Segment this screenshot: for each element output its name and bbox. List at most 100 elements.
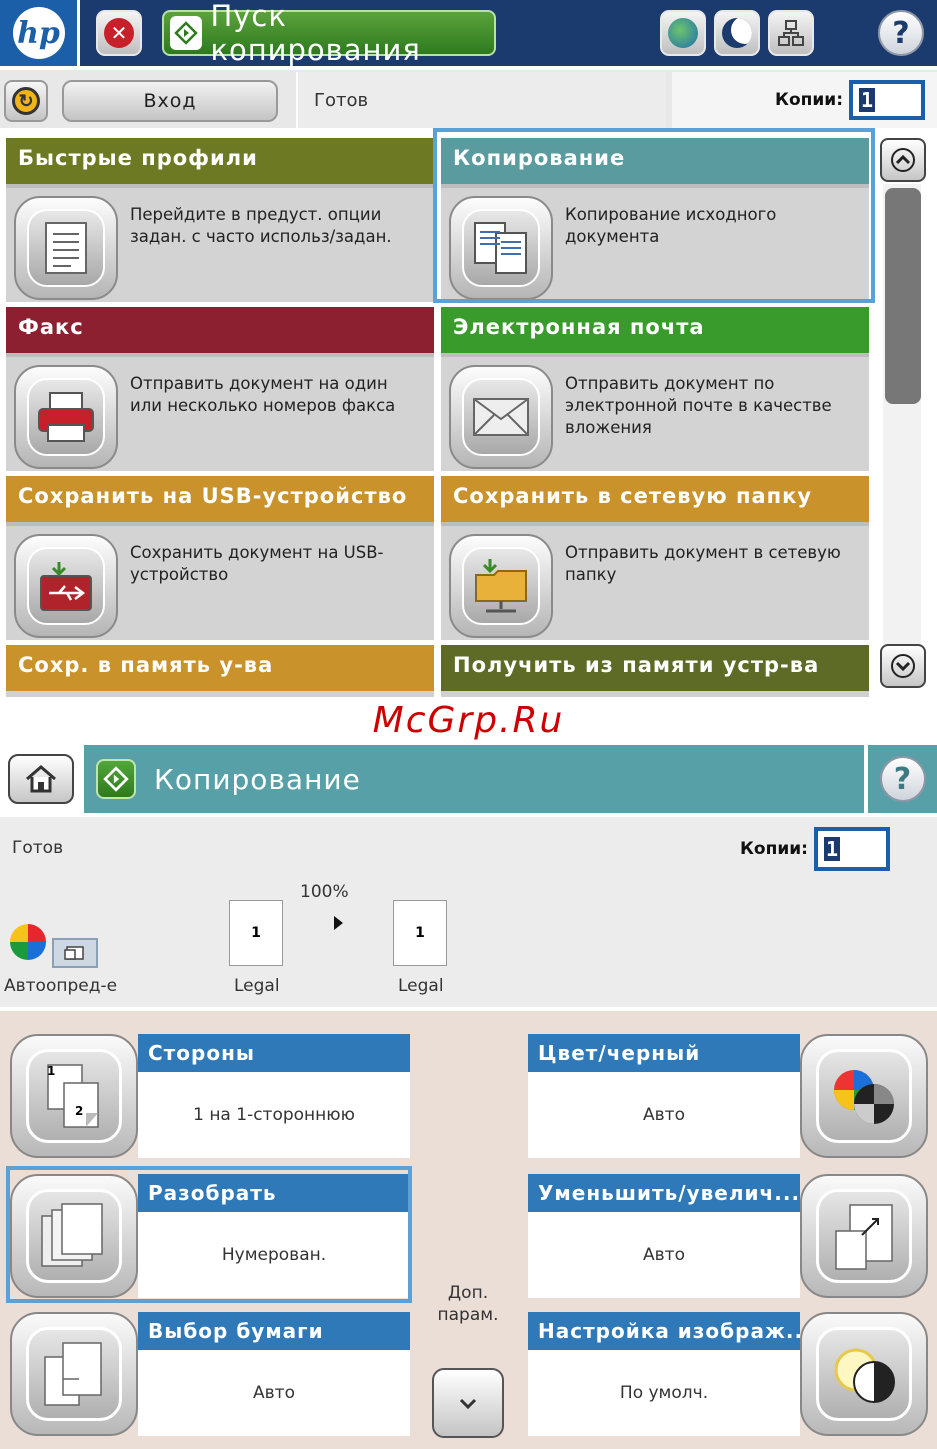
status-text: Готов [12, 838, 64, 858]
reduce-enlarge-icon-inner [816, 1189, 912, 1283]
scroll-thumb[interactable] [885, 188, 921, 404]
sides-icon-inner [26, 1049, 122, 1143]
tile-body: Отправить документ на один или несколько… [6, 353, 434, 471]
copies-control: Копии: 1 [740, 826, 890, 872]
option-sides[interactable]: Стороны 1 на 1-стороннюю [10, 1034, 410, 1158]
tile-title: Получить из памяти устр-ва [441, 645, 869, 691]
tile-quick-sets[interactable]: Быстрые профили Перейдите в предуст. опц… [6, 138, 434, 302]
help-button[interactable]: ? [878, 10, 924, 56]
home-button[interactable] [8, 754, 74, 804]
option-title: Уменьшить/увелич... [528, 1174, 800, 1212]
zoom-value: 100% [300, 882, 349, 902]
email-icon [449, 365, 553, 469]
option-title: Настройка изображ... [528, 1312, 800, 1350]
tile-description: Отправить документ по электронной почте … [565, 374, 832, 437]
option-paper-select[interactable]: Выбор бумаги Авто [10, 1312, 410, 1436]
help-button[interactable]: ? [879, 756, 926, 802]
fax-icon [14, 365, 118, 469]
connection-icon [778, 20, 804, 46]
sides-page-1-label: 1 [47, 1064, 56, 1078]
copy-size-label: Legal [398, 976, 444, 996]
color-auto-icon [10, 924, 46, 960]
tile-title: Сохр. в память у-ва [6, 645, 434, 691]
connection-button[interactable] [768, 10, 814, 56]
more-options-label: Доп. парам. [437, 1283, 499, 1325]
start-copy-button[interactable] [96, 759, 136, 799]
tile-title: Факс [6, 307, 434, 353]
tile-fax[interactable]: Факс Отправить документ на один или неск… [6, 307, 434, 471]
help-area: ? [868, 745, 937, 813]
tile-title: Электронная почта [441, 307, 869, 353]
option-value: Авто [528, 1212, 800, 1298]
color-black-icon-inner [816, 1049, 912, 1143]
fax-icon-inner [27, 378, 105, 456]
reset-button[interactable]: ↻ [4, 80, 48, 122]
watermark: McGrp.Ru [372, 700, 565, 741]
selection-highlight [6, 1166, 412, 1303]
copy-title-bar: Копирование [84, 745, 864, 813]
option-value: По умолч. [528, 1350, 800, 1436]
quick-sets-icon-inner [27, 209, 105, 287]
tile-title: Быстрые профили [6, 138, 434, 184]
color-black-icon [800, 1034, 928, 1158]
original-size-label: Legal [234, 976, 280, 996]
tile-description: Отправить документ в сетевую папку [565, 543, 841, 584]
tile-save-usb[interactable]: Сохранить на USB-устройство Сохранить до… [6, 476, 434, 640]
sides-icon [10, 1034, 138, 1158]
tile-save-device-memory[interactable]: Сохр. в память у-ва [6, 645, 434, 697]
home-icon [26, 765, 56, 793]
tile-body: Перейдите в предуст. опции задан. с част… [6, 184, 434, 302]
original-page-icon: 1 [229, 900, 283, 966]
sleep-icon [722, 18, 752, 48]
reduce-enlarge-icon [800, 1174, 928, 1298]
sign-in-button[interactable]: Вход [62, 80, 278, 122]
image-adjust-icon [800, 1312, 928, 1436]
tile-description: Перейдите в предуст. опции задан. с част… [130, 205, 392, 246]
copies-input[interactable]: 1 [849, 80, 925, 120]
hp-logo[interactable]: hp [0, 0, 80, 66]
image-adjust-icon-inner [816, 1327, 912, 1421]
paper-select-icon [10, 1312, 138, 1436]
start-copy-label: Пуск копирования [210, 0, 421, 67]
reset-icon: ↻ [12, 87, 40, 115]
option-reduce-enlarge[interactable]: Уменьшить/увелич... Авто [528, 1174, 928, 1298]
tile-description: Отправить документ на один или несколько… [130, 374, 396, 415]
chevron-up-icon [891, 148, 915, 172]
option-image-adjust[interactable]: Настройка изображ... По умолч. [528, 1312, 928, 1436]
start-copy-button[interactable]: Пуск копирования [162, 0, 496, 67]
email-icon-inner [462, 378, 540, 456]
chevron-down-icon [459, 1398, 477, 1410]
tile-description: Сохранить документ на USB-устройство [130, 543, 384, 584]
option-value: Авто [528, 1072, 800, 1158]
more-options-button[interactable] [432, 1368, 504, 1438]
quick-sets-icon [14, 196, 118, 300]
option-value: 1 на 1-стороннюю [138, 1072, 410, 1158]
hp-logo-mark: hp [12, 7, 65, 59]
chevron-down-icon [891, 654, 915, 678]
sides-page-2-label: 2 [75, 1104, 84, 1118]
stop-button[interactable]: ✕ [96, 10, 142, 56]
tile-retrieve-device-memory[interactable]: Получить из памяти устр-ва [441, 645, 869, 697]
option-color-black[interactable]: Цвет/черный Авто [528, 1034, 928, 1158]
tile-body: Отправить документ в сетевую папку [441, 522, 869, 640]
option-title: Цвет/черный [528, 1034, 800, 1072]
network-button[interactable] [660, 10, 706, 56]
copies-label: Копии: [775, 90, 843, 110]
scroll-down-button[interactable] [880, 644, 926, 688]
network-icon [668, 18, 698, 48]
copies-value: 1 [823, 837, 840, 861]
copies-input[interactable]: 1 [813, 827, 890, 871]
start-icon [170, 16, 203, 50]
scroll-up-button[interactable] [880, 138, 926, 182]
network-folder-icon-inner [462, 547, 540, 625]
option-title: Стороны [138, 1034, 410, 1072]
color-mode-label: Автоопред-е [4, 976, 118, 996]
sleep-button[interactable] [714, 10, 760, 56]
start-icon [103, 766, 129, 792]
option-value: Авто [138, 1350, 410, 1436]
tile-title: Сохранить на USB-устройство [6, 476, 434, 522]
copies-value: 1 [859, 88, 876, 112]
copies-control: Копии: 1 [672, 72, 937, 128]
tile-save-network-folder[interactable]: Сохранить в сетевую папку Отправить доку… [441, 476, 869, 640]
tile-email[interactable]: Электронная почта Отправить документ по … [441, 307, 869, 471]
